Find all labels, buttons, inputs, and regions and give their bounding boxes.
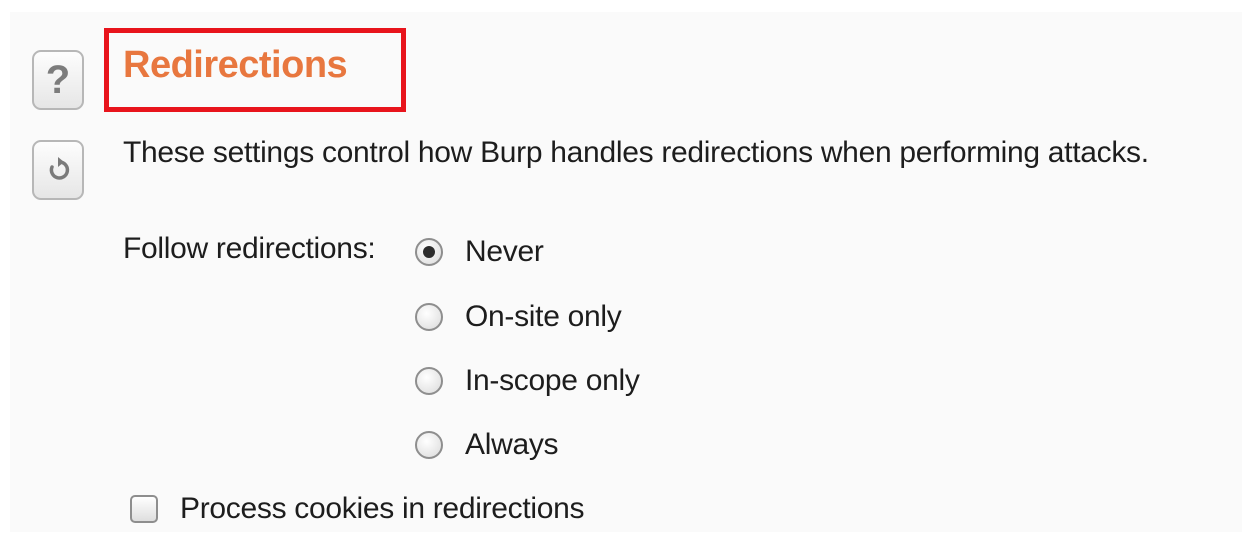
settings-window: ? Redirections These settings control ho… bbox=[0, 0, 1249, 537]
radio-selected-dot bbox=[423, 246, 435, 258]
radio-option-in-scope-only[interactable]: In-scope only bbox=[415, 361, 640, 401]
radio-option-never[interactable]: Never bbox=[415, 232, 544, 272]
section-title: Redirections bbox=[123, 44, 348, 86]
radio-button-on-site-only[interactable] bbox=[415, 303, 443, 331]
radio-label-never: Never bbox=[465, 235, 544, 268]
process-cookies-option[interactable]: Process cookies in redirections bbox=[130, 489, 585, 529]
radio-label-always: Always bbox=[465, 428, 559, 461]
follow-redirections-label: Follow redirections: bbox=[123, 232, 376, 265]
restore-defaults-button[interactable] bbox=[32, 140, 84, 200]
help-icon: ? bbox=[45, 57, 71, 102]
radio-button-never[interactable] bbox=[415, 238, 443, 266]
process-cookies-checkbox[interactable] bbox=[130, 495, 158, 523]
restore-defaults-icon bbox=[49, 157, 70, 180]
help-button[interactable]: ? bbox=[32, 50, 84, 110]
section-description: These settings control how Burp handles … bbox=[123, 136, 1149, 169]
radio-option-on-site-only[interactable]: On-site only bbox=[415, 297, 622, 337]
radio-button-always[interactable] bbox=[415, 431, 443, 459]
radio-label-in-scope-only: In-scope only bbox=[465, 364, 640, 397]
process-cookies-label: Process cookies in redirections bbox=[180, 492, 585, 525]
radio-label-on-site-only: On-site only bbox=[465, 300, 622, 333]
radio-option-always[interactable]: Always bbox=[415, 425, 559, 465]
radio-button-in-scope-only[interactable] bbox=[415, 367, 443, 395]
